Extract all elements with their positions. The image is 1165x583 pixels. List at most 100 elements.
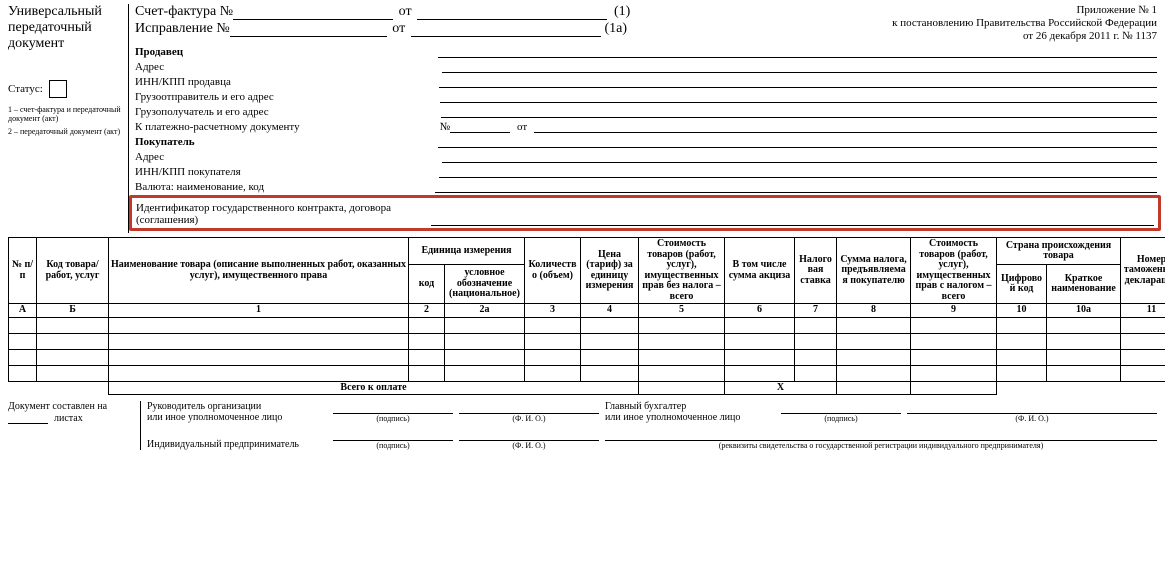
colnum-8: 8 [837,304,911,318]
th-cost: Стоимость товаров (работ, услуг), имущес… [639,238,725,304]
sheets-field[interactable] [8,412,48,424]
totals-x: Х [725,381,837,395]
invoice-label: Счет-фактура № [135,4,233,20]
seller-inn-field[interactable] [439,74,1157,88]
buyer-field[interactable] [438,134,1157,148]
head-fio-field[interactable] [459,402,599,414]
th-ccode: Цифровой код [997,265,1047,304]
gov-contract-label-l2: (соглашения) [136,214,391,226]
ip-fio-field[interactable] [459,429,599,441]
th-qty: Количество (объем) [525,238,581,304]
th-country: Страна происхождения товара [997,238,1121,265]
num-symbol: № [440,121,451,133]
table-row[interactable] [9,365,1165,381]
colnum-10: 10 [997,304,1047,318]
th-name: Наименование товара (описание выполненны… [109,238,409,304]
seller-inn-label: ИНН/КПП продавца [135,76,231,88]
table-row[interactable] [9,333,1165,349]
th-excise: В том числе сумма акциза [725,238,795,304]
colnum-b: Б [37,304,109,318]
colnum-6: 6 [725,304,795,318]
head-fio-cap: (Ф. И. О.) [459,414,599,423]
buyer-addr-label: Адрес [135,151,164,163]
colnum-4: 4 [581,304,639,318]
gov-contract-label-l1: Идентификатор государственного контракта… [136,202,391,214]
colnum-5: 5 [639,304,725,318]
acc-sign-field[interactable] [781,402,901,414]
colnum-10a: 10а [1047,304,1121,318]
invoice-number-field[interactable] [233,6,393,20]
head-sign-field[interactable] [333,402,453,414]
th-decl: Номер таможенной декларации [1121,238,1165,304]
acc-label: Главный бухгалтер [605,401,775,412]
head-or-auth: или иное уполномоченное лицо [147,412,327,423]
correction-label: Исправление № [135,21,230,37]
th-unit: Единица измерения [409,238,525,265]
payment-num-field[interactable] [450,119,510,133]
th-cname: Краткое наименование [1047,265,1121,304]
ip-label: Индивидуальный предприниматель [147,439,327,450]
payment-ot: от [510,121,534,133]
head-label: Руководитель организации [147,401,327,412]
correction-date-field[interactable] [411,23,601,37]
ip-sign-field[interactable] [333,429,453,441]
acc-fio-field[interactable] [907,402,1157,414]
totals-label: Всего к оплате [109,381,639,395]
consignor-label: Грузоотправитель и его адрес [135,91,274,103]
acc-sign-cap: (подпись) [781,414,901,423]
items-table: № п/п Код товара/ работ, услуг Наименова… [8,237,1165,395]
invoice-date-field[interactable] [417,6,607,20]
buyer-label: Покупатель [135,136,195,148]
th-unit-name: условное обозначение (национальное) [445,265,525,304]
gov-contract-field[interactable] [431,200,1154,226]
paren-1: (1) [607,4,637,20]
buyer-inn-label: ИНН/КПП покупателя [135,166,241,178]
th-costtax: Стоимость товаров (работ, услуг), имущес… [911,238,997,304]
buyer-addr-field[interactable] [442,149,1157,163]
table-row[interactable] [9,349,1165,365]
th-code: Код товара/ работ, услуг [37,238,109,304]
consignee-label: Грузополучатель и его адрес [135,106,269,118]
seller-addr-label: Адрес [135,61,164,73]
appendix-block: Приложение № 1 к постановлению Правитель… [892,4,1157,44]
correction-number-field[interactable] [230,23,387,37]
totals-row: Всего к оплате Х [9,381,1165,395]
head-sign-cap: (подпись) [333,414,453,423]
consignor-field[interactable] [440,89,1157,103]
currency-label: Валюта: наименование, код [135,181,264,193]
colnum-2a: 2а [445,304,525,318]
acc-fio-cap: (Ф. И. О.) [907,414,1157,423]
payment-date-field[interactable] [534,119,1157,133]
colnum-3: 3 [525,304,581,318]
ip-req-field[interactable] [605,429,1157,441]
th-price: Цена (тариф) за единицу измерения [581,238,639,304]
acc-or-auth: или иное уполномоченное лицо [605,412,775,423]
payment-doc-label: К платежно-расчетному документу [135,121,300,133]
status-checkbox[interactable] [49,80,67,98]
th-np: № п/п [9,238,37,304]
buyer-inn-field[interactable] [439,164,1157,178]
sheets-label: листах [54,413,83,424]
colnum-11: 11 [1121,304,1165,318]
th-unit-code: код [409,265,445,304]
doc-compiled-label: Документ составлен на [8,401,128,412]
seller-field[interactable] [438,44,1157,58]
colnum-9: 9 [911,304,997,318]
th-tax: Сумма налога, предъявляемая покупателю [837,238,911,304]
consignee-field[interactable] [441,104,1157,118]
colnum-1: 1 [109,304,409,318]
status-note-2: 2 – передаточный документ (акт) [8,128,124,137]
colnum-2: 2 [409,304,445,318]
colnum-7: 7 [795,304,837,318]
paren-1a: (1а) [601,21,631,37]
table-row[interactable] [9,317,1165,333]
invoice-ot: от [393,4,417,20]
status-note-1: 1 – счет-фактура и передаточный документ… [8,106,124,124]
seller-label: Продавец [135,46,183,58]
correction-ot: от [387,21,411,37]
doc-title: Универсальный передаточный документ [8,4,124,52]
currency-field[interactable] [435,179,1157,193]
th-rate: Налоговая ставка [795,238,837,304]
gov-contract-highlight: Идентификатор государственного контракта… [129,195,1161,231]
seller-addr-field[interactable] [442,59,1157,73]
